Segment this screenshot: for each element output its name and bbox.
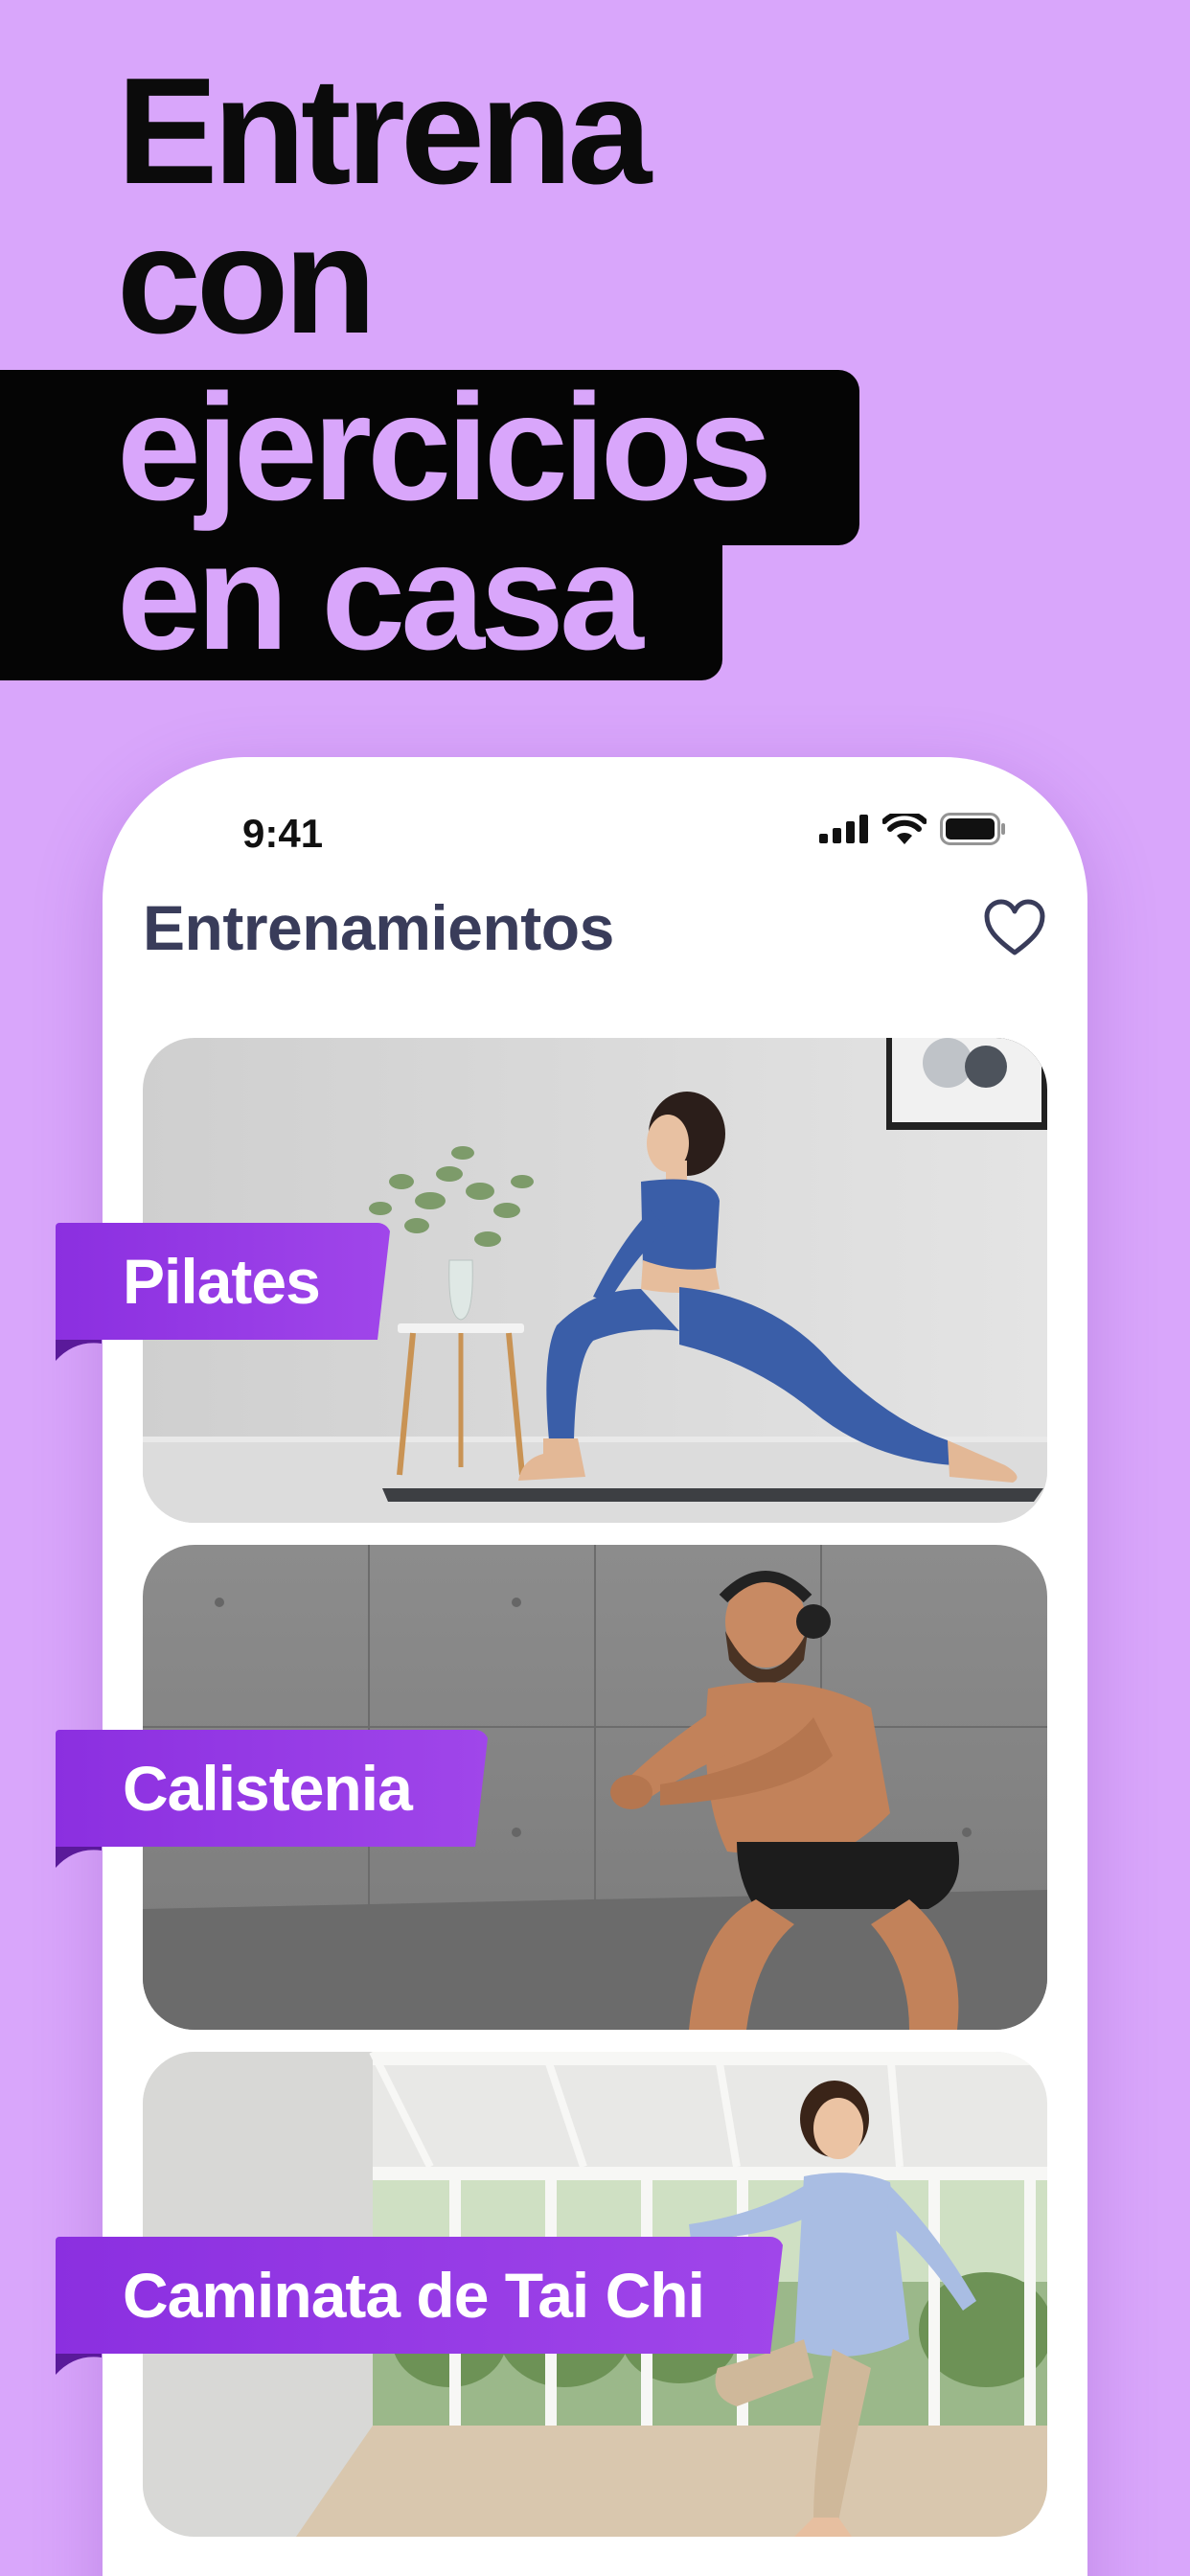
workout-label-text: Caminata de Tai Chi	[123, 2260, 704, 2331]
workout-label-text: Pilates	[123, 1246, 320, 1317]
wifi-icon	[882, 814, 927, 844]
heart-icon	[984, 899, 1045, 955]
promo-headline: Entrena con ejercicios en casa	[0, 0, 1190, 690]
battery-icon	[940, 813, 1005, 845]
workout-label-text: Calistenia	[123, 1753, 412, 1824]
headline-line-3: ejercicios	[117, 363, 772, 532]
headline-line-1: Entrena	[117, 47, 652, 216]
page-title: Entrenamientos	[143, 892, 614, 963]
status-time: 9:41	[242, 811, 324, 856]
headline-line-2: con	[117, 196, 377, 365]
favorites-button[interactable]	[984, 899, 1045, 956]
status-icons	[819, 813, 1007, 845]
headline-line-4: en casa	[117, 513, 644, 681]
cellular-signal-icon	[819, 815, 868, 843]
